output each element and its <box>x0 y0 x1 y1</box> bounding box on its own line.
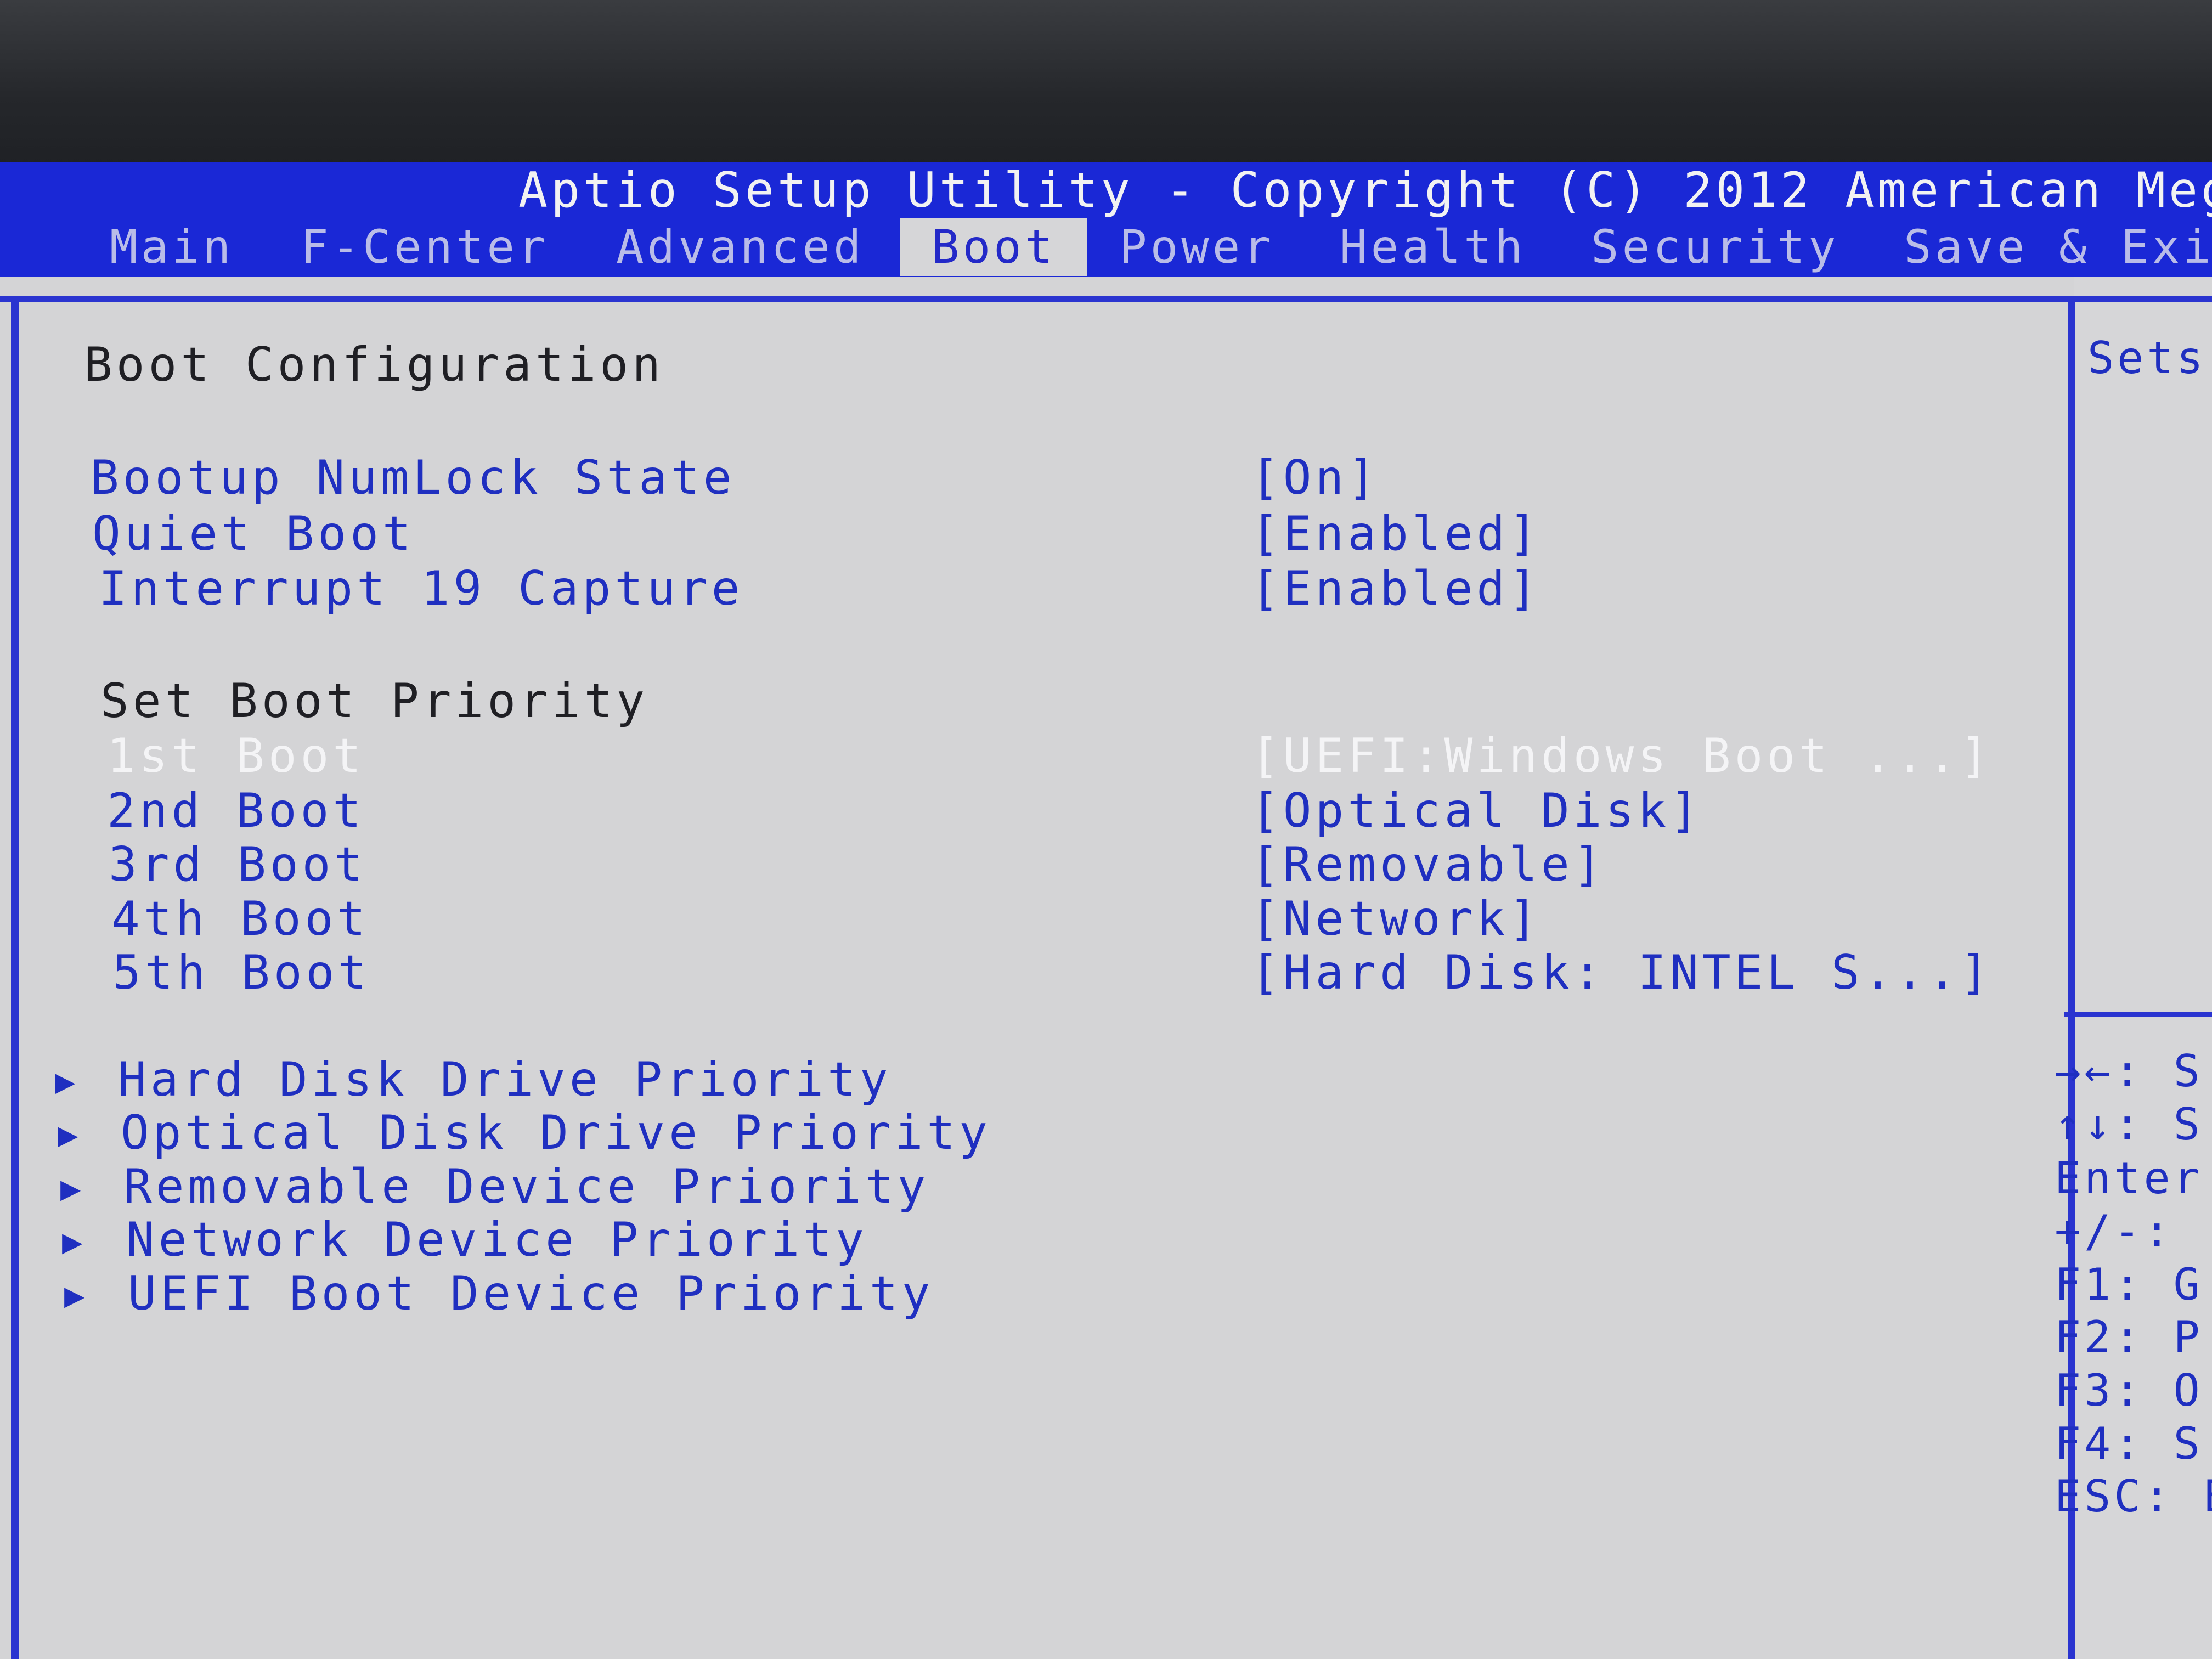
tab-main[interactable]: Main <box>110 218 234 276</box>
boot-order-1-label[interactable]: 1st Boot <box>107 732 365 780</box>
boot-order-2-label[interactable]: 2nd Boot <box>107 787 365 834</box>
setting-numlock-label[interactable]: Bootup NumLock State <box>91 454 736 501</box>
boot-order-4-label[interactable]: 4th Boot <box>111 895 369 943</box>
tab-save-exit[interactable]: Save & Exi <box>1904 218 2212 276</box>
help-separator <box>2064 1012 2212 1017</box>
submenu-odd-priority[interactable]: Optical Disk Drive Priority <box>121 1109 991 1156</box>
boot-order-2-value[interactable]: [Optical Disk] <box>1251 787 1702 834</box>
tab-power[interactable]: Power <box>1119 218 1274 276</box>
section-title: Boot Configuration <box>84 337 664 392</box>
tab-health[interactable]: Health <box>1340 218 1526 276</box>
setting-quiet-boot-value[interactable]: [Enabled] <box>1251 510 1541 557</box>
submenu-arrow-icon: ▶ <box>60 1168 81 1208</box>
bios-screen: Aptio Setup Utility - Copyright (C) 2012… <box>0 0 2212 1659</box>
panel-frame-left <box>11 299 19 1659</box>
submenu-uefi-priority[interactable]: UEFI Boot Device Priority <box>128 1270 934 1317</box>
help-key-select-item: ↑↓: S <box>2055 1099 2203 1150</box>
submenu-hdd-priority[interactable]: Hard Disk Drive Priority <box>118 1056 892 1103</box>
submenu-removable-priority[interactable]: Removable Device Priority <box>123 1163 929 1210</box>
submenu-arrow-icon: ▶ <box>58 1114 78 1154</box>
help-key-esc: ESC: E <box>2055 1471 2212 1522</box>
boot-order-1-value[interactable]: [UEFI:Windows Boot ...] <box>1251 732 1993 780</box>
submenu-arrow-icon: ▶ <box>62 1221 83 1261</box>
setting-numlock-value[interactable]: [On] <box>1251 454 1380 501</box>
boot-order-5-value[interactable]: [Hard Disk: INTEL S...] <box>1251 949 1993 996</box>
help-description: Sets <box>2087 332 2207 383</box>
boot-order-4-value[interactable]: [Network] <box>1251 895 1541 943</box>
setup-title: Aptio Setup Utility - Copyright (C) 2012… <box>518 162 2212 218</box>
help-key-change: +/-: <box>2055 1206 2174 1257</box>
tab-security[interactable]: Security <box>1591 218 1839 276</box>
panel-frame-top <box>0 296 2212 302</box>
submenu-arrow-icon: ▶ <box>64 1275 85 1315</box>
setting-int19-label[interactable]: Interrupt 19 Capture <box>99 565 744 612</box>
boot-order-3-value[interactable]: [Removable] <box>1251 841 1606 888</box>
monitor-bezel <box>0 0 2212 165</box>
boot-order-3-label[interactable]: 3rd Boot <box>109 841 366 888</box>
help-key-select-screen: →←: S <box>2055 1046 2203 1097</box>
help-key-f4: F4: S <box>2055 1418 2203 1469</box>
submenu-network-priority[interactable]: Network Device Priority <box>126 1216 868 1263</box>
help-key-f1: F1: G <box>2055 1259 2203 1310</box>
tab-advanced[interactable]: Advanced <box>616 218 865 276</box>
setting-quiet-boot-label[interactable]: Quiet Boot <box>92 510 415 557</box>
help-key-enter: Enter <box>2055 1153 2203 1204</box>
priority-title: Set Boot Priority <box>100 674 649 729</box>
setting-int19-value[interactable]: [Enabled] <box>1251 565 1541 612</box>
help-key-f2: F2: P <box>2055 1312 2203 1363</box>
submenu-arrow-icon: ▶ <box>55 1061 76 1101</box>
help-key-f3: F3: O <box>2055 1365 2203 1416</box>
tab-f-center[interactable]: F-Center <box>301 218 549 276</box>
boot-order-5-label[interactable]: 5th Boot <box>112 949 370 996</box>
tab-boot[interactable]: Boot <box>900 218 1088 276</box>
